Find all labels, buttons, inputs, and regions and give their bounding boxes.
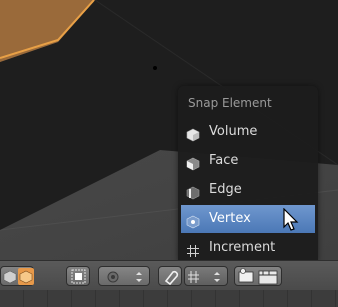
menu-item-label: Increment xyxy=(209,240,276,255)
select-mode-buttons[interactable] xyxy=(0,266,34,286)
menu-item-volume[interactable]: Volume xyxy=(181,118,315,146)
snap-element-dropdown[interactable] xyxy=(184,266,228,286)
snap-toggle-magnet-icon[interactable] xyxy=(158,266,182,286)
edge-icon xyxy=(186,183,200,200)
menu-item-label: Volume xyxy=(209,124,258,139)
render-buttons[interactable] xyxy=(234,266,282,286)
menu-item-label: Edge xyxy=(209,182,242,197)
increment-icon xyxy=(186,241,200,257)
menu-title: Snap Element xyxy=(188,96,272,110)
volume-icon xyxy=(186,125,200,142)
mouse-cursor-icon xyxy=(283,207,303,236)
viewport-header-toolbar xyxy=(0,260,338,291)
face-center-dot xyxy=(153,66,157,70)
occlude-geometry-button[interactable] xyxy=(66,266,90,286)
vertex-icon xyxy=(186,212,200,229)
face-icon xyxy=(186,154,200,171)
timeline-strip xyxy=(0,290,338,307)
menu-item-face[interactable]: Face xyxy=(181,147,315,175)
menu-item-label: Face xyxy=(209,153,239,168)
proportional-edit-dropdown[interactable] xyxy=(98,266,150,286)
menu-item-increment[interactable]: Increment xyxy=(181,234,315,262)
menu-item-edge[interactable]: Edge xyxy=(181,176,315,204)
menu-item-label: Vertex xyxy=(209,211,251,226)
